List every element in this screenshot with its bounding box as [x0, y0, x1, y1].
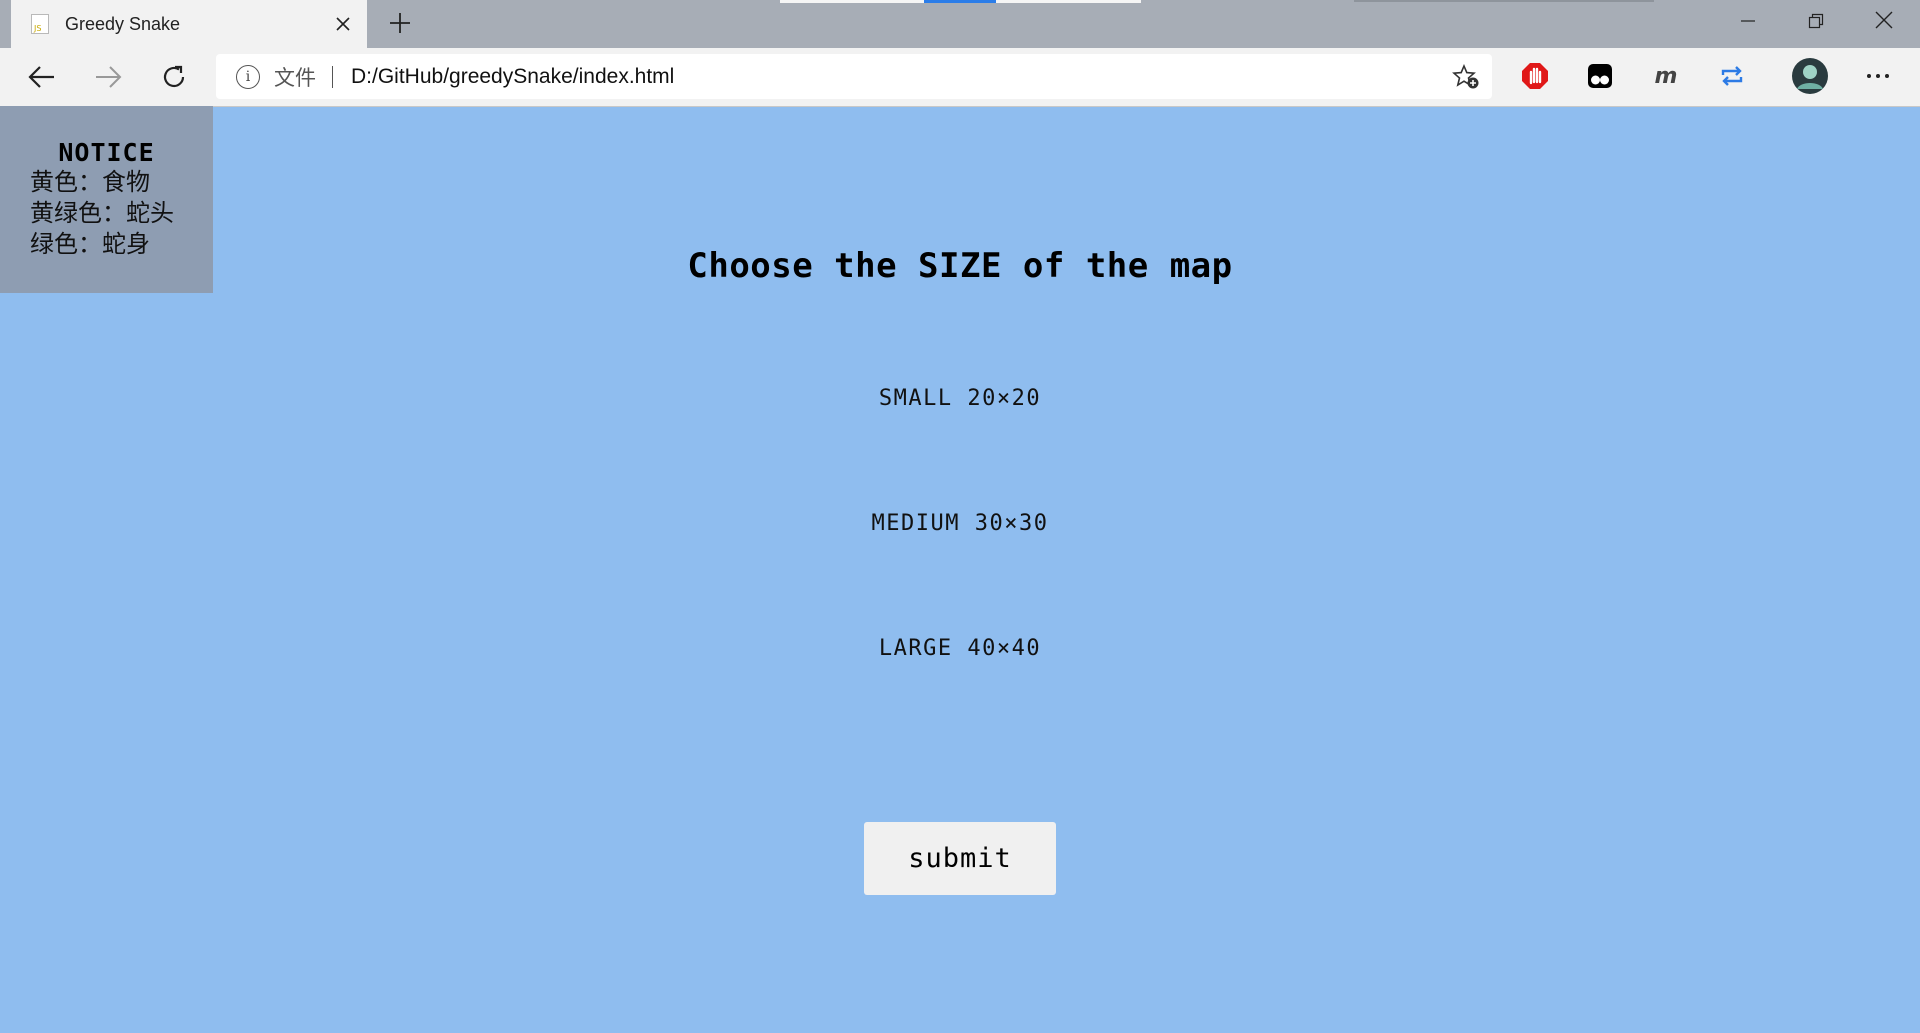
plus-icon [390, 13, 410, 33]
back-button[interactable] [16, 52, 68, 102]
arrow-left-icon [28, 66, 54, 88]
title-bar: JS Greedy Snake [0, 0, 1920, 48]
new-tab-button[interactable] [380, 4, 420, 44]
window-shadow [1354, 0, 1654, 2]
tab-strip-indicator [780, 0, 924, 3]
size-option-small[interactable]: SMALL 20×20 [0, 386, 1920, 411]
size-option-large[interactable]: LARGE 40×40 [0, 636, 1920, 661]
repeat-icon [1721, 66, 1743, 86]
browser-tab[interactable]: JS Greedy Snake [11, 0, 367, 48]
address-bar[interactable]: i 文件 D:/GitHub/greedySnake/index.html [216, 54, 1492, 99]
address-scheme-label: 文件 [274, 66, 316, 90]
notice-title: NOTICE [58, 138, 155, 167]
forward-button[interactable] [82, 52, 134, 102]
page-heading: Choose the SIZE of the map [687, 246, 1233, 286]
minimize-button[interactable] [1714, 0, 1782, 44]
more-menu-button[interactable] [1860, 58, 1896, 94]
browser-toolbar: i 文件 D:/GitHub/greedySnake/index.html m [0, 48, 1920, 107]
add-favorite-button[interactable] [1440, 63, 1492, 90]
stop-hand-icon [1522, 63, 1548, 89]
restore-icon [1808, 13, 1824, 29]
sync-extension-button[interactable] [1714, 58, 1750, 94]
address-url[interactable]: D:/GitHub/greedySnake/index.html [351, 65, 1440, 89]
tab-strip-indicator-active [924, 0, 996, 3]
js-file-icon: JS [31, 14, 49, 34]
notice-line-snake-head: 黄绿色：蛇头 [30, 199, 174, 227]
tab-strip-indicator [996, 0, 1141, 3]
tab-close-icon[interactable] [319, 12, 367, 37]
refresh-icon [163, 65, 185, 88]
refresh-button[interactable] [148, 52, 200, 102]
m-extension-button[interactable]: m [1648, 58, 1684, 94]
svg-text:m: m [1655, 64, 1678, 89]
profile-avatar[interactable] [1790, 56, 1830, 96]
ellipsis-icon [1867, 74, 1889, 78]
minimize-icon [1741, 20, 1755, 22]
avatar-icon [1792, 58, 1828, 94]
info-icon[interactable]: i [236, 64, 260, 89]
submit-button[interactable]: submit [864, 822, 1056, 895]
tab-title: Greedy Snake [65, 13, 181, 34]
arrow-right-icon [96, 66, 122, 88]
tampermonkey-extension-button[interactable] [1582, 58, 1618, 94]
notice-line-food: 黄色：食物 [30, 168, 150, 196]
restore-button[interactable] [1782, 0, 1850, 44]
close-icon [1875, 11, 1893, 29]
size-option-medium[interactable]: MEDIUM 30×30 [0, 511, 1920, 536]
m-letter-icon: m [1655, 64, 1678, 89]
star-add-icon [1452, 63, 1479, 88]
adblock-extension-button[interactable] [1517, 58, 1553, 94]
close-window-button[interactable] [1850, 0, 1918, 44]
tampermonkey-icon [1588, 64, 1612, 88]
address-divider [332, 65, 333, 88]
